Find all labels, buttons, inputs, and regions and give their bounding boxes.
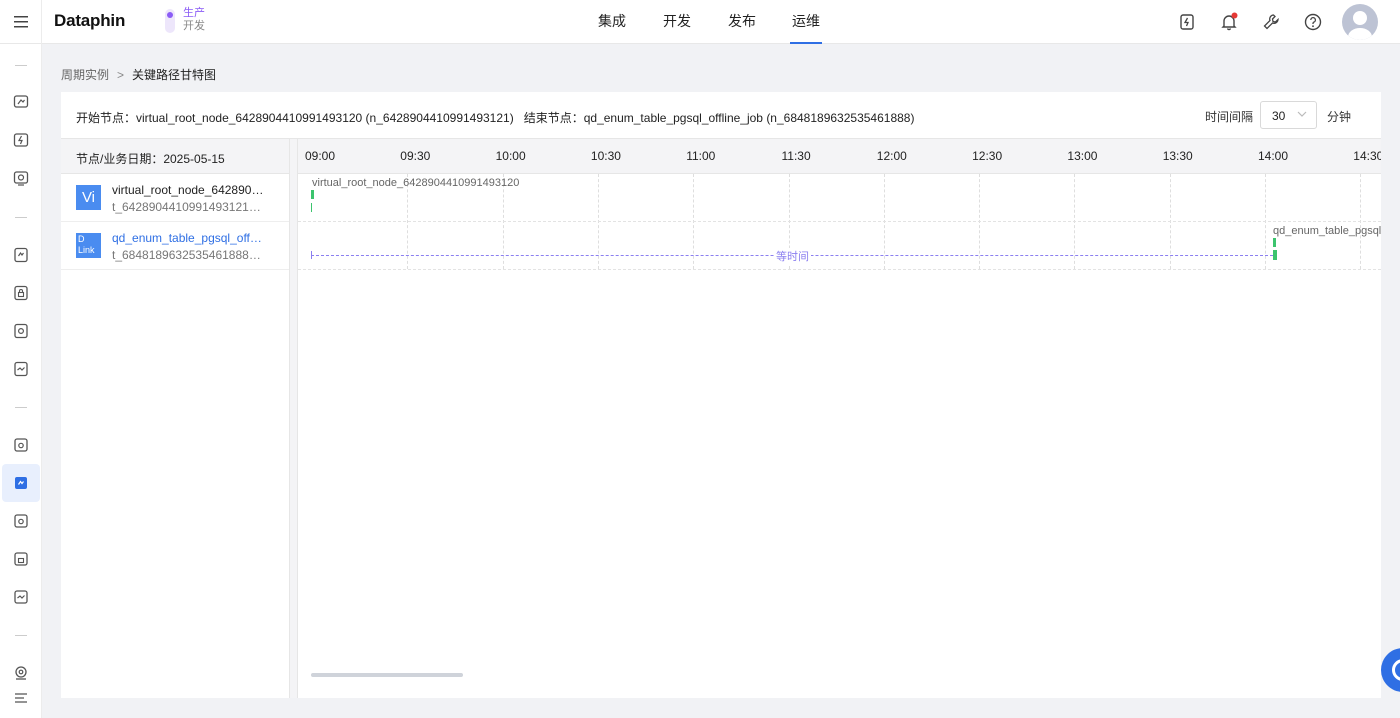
- time-tick-label: 09:30: [400, 149, 431, 163]
- sidebar-divider: [15, 65, 27, 66]
- chevron-down-icon: [1297, 111, 1307, 117]
- sidebar-divider: [15, 635, 27, 636]
- node-list: 节点/业务日期：2025-05-15 Vi virtual_root_node_…: [61, 139, 289, 698]
- interval-label: 时间间隔: [1205, 110, 1254, 124]
- lock-instance-icon[interactable]: [12, 550, 30, 568]
- time-tick-label: 13:30: [1162, 149, 1193, 163]
- time-axis: 09:00 09:30 10:00 10:30 11:00 11:30 12:00 12:30…: [298, 139, 1381, 174]
- start-node-label: 开始节点：: [76, 111, 137, 125]
- breadcrumb-separator: >: [117, 68, 125, 82]
- time-tick-label: 09:00: [305, 149, 336, 163]
- interval-value: 30: [1272, 109, 1286, 123]
- breadcrumb-parent-link[interactable]: 周期实例: [61, 68, 109, 82]
- nav-integration[interactable]: 集成: [598, 0, 626, 44]
- node-list-header-text: 节点/业务日期：2025-05-15: [76, 152, 225, 166]
- gantt-bar-tick: [311, 203, 312, 212]
- tools-icon[interactable]: [1261, 12, 1281, 32]
- time-tick-label: 10:00: [495, 149, 526, 163]
- wait-line-start-cap: [311, 251, 312, 259]
- dlink-node-icon: D Link: [76, 233, 101, 258]
- periodic-instance-icon[interactable]: [12, 474, 30, 492]
- end-node-value: qd_enum_table_pgsql_offline_job (n_68481…: [583, 111, 915, 125]
- gantt-row-divider: [298, 269, 1381, 270]
- gantt-bar[interactable]: [1273, 238, 1276, 247]
- gantt-bar-label: virtual_root_node_6428904410991493120: [312, 177, 520, 189]
- time-tick-label: 11:00: [686, 149, 716, 163]
- nav-operations[interactable]: 运维: [790, 0, 822, 44]
- gantt-card: 开始节点：virtual_root_node_64289044109914931…: [61, 92, 1381, 698]
- virtual-node-icon: Vi: [76, 185, 101, 210]
- time-tick-label: 10:30: [590, 149, 621, 163]
- env-toggle-icon: [165, 9, 175, 33]
- list-item[interactable]: Vi virtual_root_node_6428904410991493120…: [61, 174, 289, 222]
- monitor-icon[interactable]: [12, 169, 30, 187]
- dashboard-icon[interactable]: [12, 93, 30, 111]
- path-info: 开始节点：virtual_root_node_64289044109914931…: [76, 109, 914, 126]
- node-list-header: 节点/业务日期：2025-05-15: [61, 139, 289, 174]
- node-instance-id: t_6848189632535461888_20250515: [112, 248, 264, 262]
- breadcrumb: 周期实例 > 关键路径甘特图: [61, 66, 216, 83]
- interval-unit: 分钟: [1327, 110, 1352, 124]
- app-logo[interactable]: Dataphin: [54, 11, 125, 31]
- breadcrumb-current: 关键路径甘特图: [132, 68, 217, 82]
- realtime-icon[interactable]: [12, 131, 30, 149]
- trend-file-icon[interactable]: [12, 360, 30, 378]
- notification-bell-icon[interactable]: [1219, 12, 1239, 32]
- settings-file-icon[interactable]: [12, 322, 30, 340]
- gantt-bar-label: qd_enum_table_pgsql_offline_job: [1273, 225, 1381, 237]
- instance-icon[interactable]: [12, 436, 30, 454]
- time-tick-label: 11:30: [781, 149, 811, 163]
- top-header: Dataphin 生产 开发 集成 开发 发布 运维: [0, 0, 1400, 44]
- time-tick-label: 14:00: [1258, 149, 1289, 163]
- data-instance-icon[interactable]: [12, 512, 30, 530]
- node-name: virtual_root_node_6428904410991493120: [112, 183, 264, 197]
- interval-select[interactable]: 30: [1260, 101, 1317, 129]
- env-dev-label: 开发: [183, 20, 205, 32]
- env-switch[interactable]: 生产 开发: [165, 7, 213, 35]
- time-tick-label: 12:30: [972, 149, 1003, 163]
- time-tick-label: 14:30: [1353, 149, 1381, 163]
- sidebar-divider: [15, 217, 27, 218]
- time-tick-label: 13:00: [1067, 149, 1098, 163]
- panel-resize-handle[interactable]: [289, 139, 298, 698]
- lock-file-icon[interactable]: [12, 284, 30, 302]
- nav-publish[interactable]: 发布: [728, 0, 756, 44]
- gantt-row-divider: [298, 221, 1381, 222]
- nav-develop[interactable]: 开发: [663, 0, 691, 44]
- periodic-task-icon[interactable]: [12, 246, 30, 264]
- alert-icon[interactable]: [12, 664, 30, 682]
- gantt-bar[interactable]: [1273, 250, 1277, 260]
- task-icon[interactable]: [1177, 12, 1197, 32]
- collapse-menu-icon[interactable]: [12, 689, 30, 707]
- gantt-bar[interactable]: [311, 190, 314, 199]
- menu-icon[interactable]: [0, 0, 42, 44]
- time-tick-label: 12:00: [876, 149, 907, 163]
- env-prod-label: 生产: [183, 7, 205, 19]
- path-info-bar: 开始节点：virtual_root_node_64289044109914931…: [61, 92, 1381, 139]
- end-node-label: 结束节点：: [523, 111, 584, 125]
- node-name-link[interactable]: qd_enum_table_pgsql_offline_job: [112, 231, 264, 245]
- node-instance-id: t_6428904410991493121_20250515: [112, 200, 264, 214]
- list-item[interactable]: D Link qd_enum_table_pgsql_offline_job t…: [61, 222, 289, 270]
- user-avatar[interactable]: [1342, 4, 1378, 40]
- gantt-chart: 09:00 09:30 10:00 10:30 11:00 11:30 12:00 12:30…: [298, 139, 1381, 698]
- help-icon[interactable]: [1303, 12, 1323, 32]
- horizontal-scrollbar[interactable]: [311, 673, 463, 677]
- sidebar-divider: [15, 407, 27, 408]
- start-node-value: virtual_root_node_6428904410991493120 (n…: [136, 111, 514, 125]
- assistant-fab-icon[interactable]: [1381, 648, 1400, 692]
- report-icon[interactable]: [12, 588, 30, 606]
- wait-time-label: 等时间: [774, 248, 811, 264]
- side-nav: [0, 44, 42, 718]
